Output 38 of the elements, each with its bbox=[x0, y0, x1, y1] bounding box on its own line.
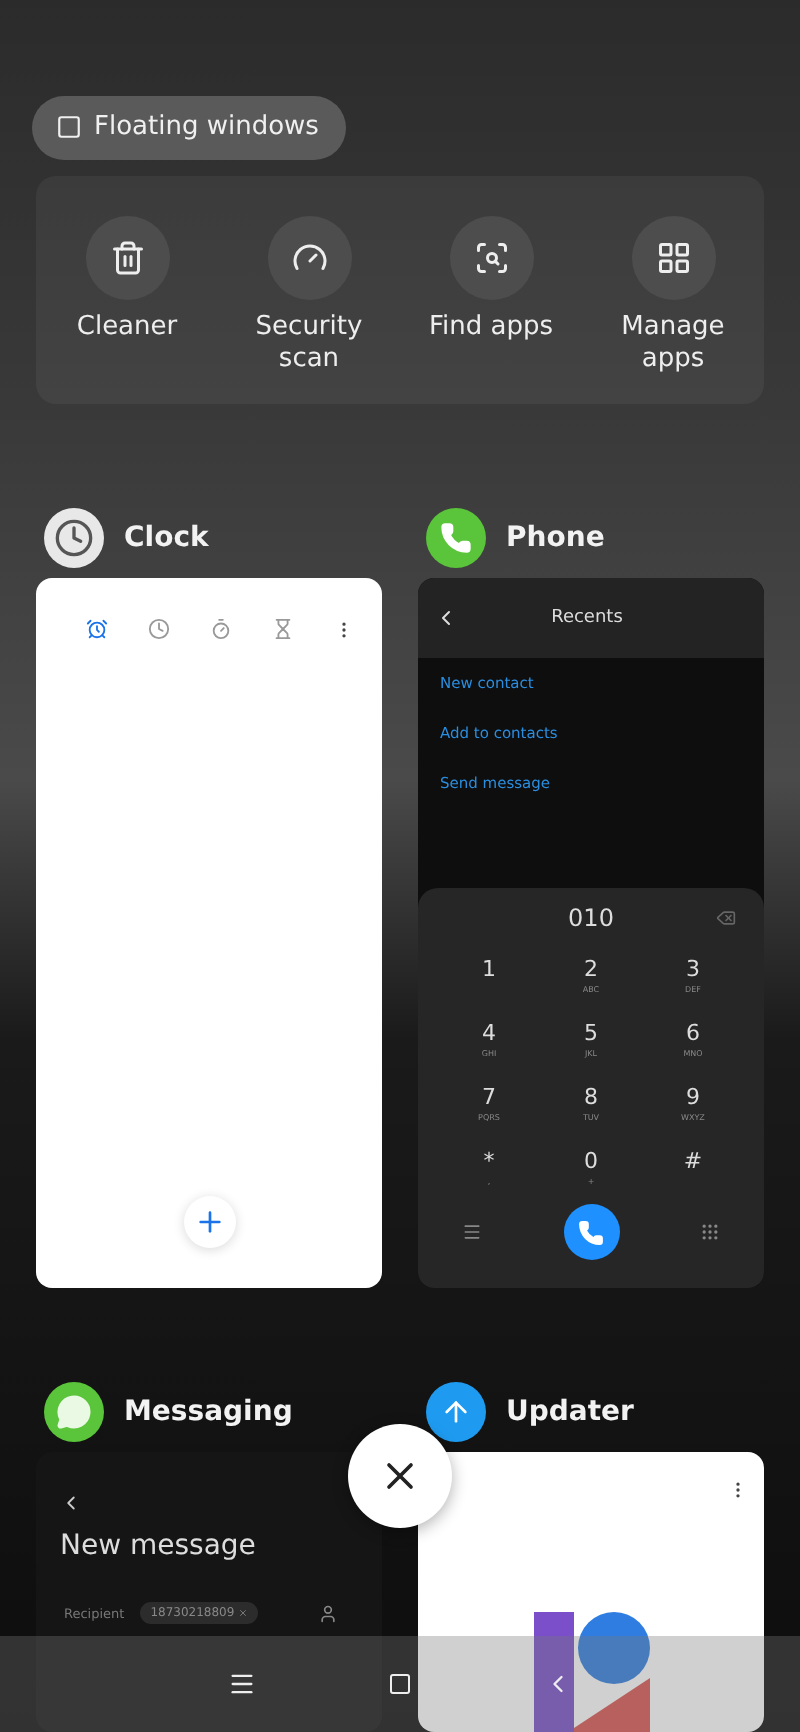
app-name: Updater bbox=[506, 1396, 634, 1428]
menu-icon[interactable] bbox=[228, 1670, 256, 1698]
backspace-icon[interactable] bbox=[716, 908, 736, 928]
quick-action-button[interactable]: Security scan bbox=[218, 215, 400, 404]
quick-action-button[interactable]: Find apps bbox=[400, 215, 582, 404]
quick-action-button[interactable]: Manage apps bbox=[582, 215, 764, 404]
tab-icon[interactable] bbox=[86, 618, 108, 640]
updater-app-preview[interactable] bbox=[418, 1452, 764, 1732]
tab-icon[interactable] bbox=[210, 618, 232, 640]
updater-app-icon[interactable] bbox=[426, 1382, 486, 1442]
dial-key[interactable]: 1 bbox=[438, 956, 540, 1008]
menu-icon[interactable] bbox=[462, 1222, 482, 1242]
quick-action-button[interactable]: Cleaner bbox=[36, 215, 218, 404]
action-icon bbox=[85, 215, 169, 300]
action-icon bbox=[631, 215, 715, 300]
home-icon[interactable] bbox=[388, 1672, 412, 1696]
phone-app-icon[interactable] bbox=[426, 508, 486, 568]
screen-title: Recents bbox=[549, 608, 625, 628]
action-icon bbox=[449, 215, 533, 300]
app-name: Phone bbox=[506, 522, 605, 554]
plus-icon bbox=[194, 1206, 226, 1238]
contact-icon[interactable] bbox=[318, 1603, 338, 1623]
tab-icon[interactable] bbox=[148, 618, 170, 640]
floating-windows-button[interactable]: Floating windows bbox=[32, 96, 347, 160]
app-name: Messaging bbox=[124, 1396, 293, 1428]
tab-icon[interactable] bbox=[272, 618, 294, 640]
dial-key[interactable]: # bbox=[642, 1148, 744, 1200]
dialed-number: 010 bbox=[568, 904, 614, 932]
phone-icon bbox=[578, 1219, 604, 1245]
dialpad-icon[interactable] bbox=[700, 1222, 720, 1242]
call-button[interactable] bbox=[563, 1204, 619, 1260]
app-name: Clock bbox=[124, 522, 209, 554]
window-icon bbox=[56, 114, 82, 141]
clock-app-icon[interactable] bbox=[44, 508, 104, 568]
action-icon bbox=[267, 215, 351, 300]
messaging-app-icon[interactable] bbox=[44, 1382, 104, 1442]
add-button[interactable] bbox=[184, 1196, 236, 1248]
screen-title: New message bbox=[60, 1530, 258, 1562]
